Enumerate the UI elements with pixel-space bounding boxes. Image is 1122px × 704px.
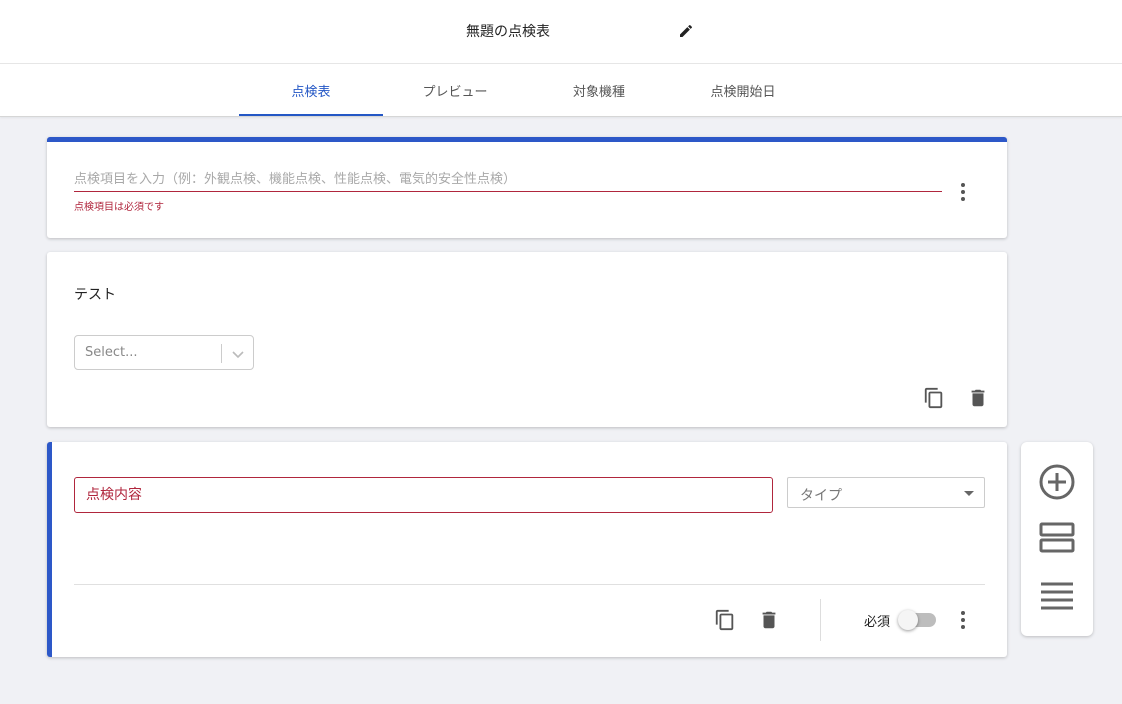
select-separator bbox=[221, 344, 222, 363]
question-label: テスト bbox=[74, 287, 116, 303]
more-vert-icon[interactable] bbox=[955, 182, 971, 202]
pencil-icon[interactable] bbox=[678, 23, 694, 39]
type-select-placeholder: タイプ bbox=[800, 488, 842, 504]
tab-start-date[interactable]: 点検開始日 bbox=[671, 64, 815, 116]
chevron-down-icon bbox=[232, 351, 244, 359]
title-row: 無題の点検表 bbox=[0, 0, 1122, 64]
side-toolbar bbox=[1021, 442, 1093, 636]
tab-bar: 点検表 プレビュー 対象機種 点検開始日 bbox=[0, 64, 1122, 116]
document-title: 無題の点検表 bbox=[466, 24, 550, 40]
card-divider bbox=[74, 584, 985, 585]
section-title-input[interactable] bbox=[74, 168, 942, 192]
inspection-content-input[interactable]: 点検内容 bbox=[74, 477, 773, 513]
reorder-icon[interactable] bbox=[1037, 576, 1077, 616]
section-card: 点検項目は必須です bbox=[47, 137, 1007, 238]
copy-icon[interactable] bbox=[923, 387, 945, 409]
question-card: テスト Select... bbox=[47, 252, 1007, 427]
top-bar: 無題の点検表 点検表 プレビュー 対象機種 点検開始日 bbox=[0, 0, 1122, 117]
select-placeholder: Select... bbox=[85, 345, 138, 360]
more-vert-icon[interactable] bbox=[955, 610, 971, 630]
delete-icon[interactable] bbox=[758, 609, 780, 631]
section-error-text: 点検項目は必須です bbox=[74, 202, 164, 213]
toggle-knob bbox=[898, 610, 918, 630]
caret-down-icon bbox=[964, 491, 974, 496]
required-label: 必須 bbox=[864, 615, 891, 630]
required-toggle[interactable] bbox=[898, 610, 936, 630]
edit-question-card: 点検内容 タイプ 必須 bbox=[47, 442, 1007, 657]
type-select[interactable]: タイプ bbox=[787, 477, 985, 508]
answer-select[interactable]: Select... bbox=[74, 335, 254, 370]
delete-icon[interactable] bbox=[967, 387, 989, 409]
copy-icon[interactable] bbox=[714, 609, 736, 631]
add-section-icon[interactable] bbox=[1037, 518, 1077, 558]
footer-separator bbox=[820, 599, 821, 641]
tab-checklist[interactable]: 点検表 bbox=[239, 64, 383, 116]
add-circle-icon[interactable] bbox=[1037, 462, 1077, 502]
tab-preview[interactable]: プレビュー bbox=[383, 64, 527, 116]
tab-target-models[interactable]: 対象機種 bbox=[527, 64, 671, 116]
